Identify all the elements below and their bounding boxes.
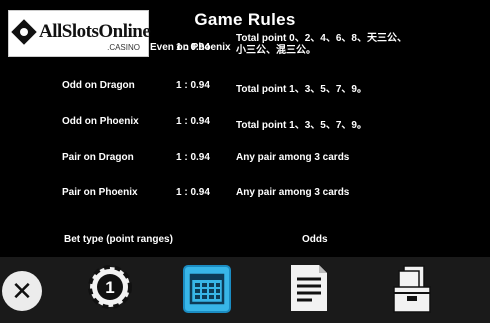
card-box-button[interactable] bbox=[390, 263, 434, 315]
rule-row: Odd on Phoenix 1 : 0.94 Total point 1、3、… bbox=[0, 116, 490, 136]
chip-label: 1 bbox=[105, 278, 114, 297]
chip-icon: 1 bbox=[88, 265, 132, 309]
rule-description: Total point 0、2、4、6、8、天三公、 小三公、混三公。 bbox=[236, 33, 407, 57]
rule-description: Any pair among 3 cards bbox=[236, 187, 350, 198]
rule-row: Odd on Dragon 1 : 0.94 Total point 1、3、5… bbox=[0, 80, 490, 100]
rule-odds: 1 : 0.94 bbox=[176, 80, 210, 91]
rule-type: Pair on Phoenix bbox=[62, 187, 138, 198]
close-icon: ✕ bbox=[11, 276, 33, 306]
rule-row: Pair on Phoenix 1 : 0.94 Any pair among … bbox=[0, 187, 490, 207]
site-logo: AllSlotsOnline .CASINO bbox=[8, 10, 151, 57]
bottom-toolbar: ✕ 1 bbox=[0, 257, 490, 323]
logo-brand: AllSlotsOnline bbox=[39, 21, 151, 42]
column-header-bet-type: Bet type (point ranges) bbox=[64, 234, 173, 245]
rule-description: Any pair among 3 cards bbox=[236, 152, 350, 163]
logo-diamond-icon bbox=[11, 19, 37, 45]
rules-grid-button[interactable] bbox=[183, 265, 231, 313]
rule-description-line: 小三公、混三公。 bbox=[236, 45, 316, 56]
rule-odds: 1 : 0.94 bbox=[176, 116, 210, 127]
rule-type: Odd on Dragon bbox=[62, 80, 135, 91]
document-icon bbox=[291, 265, 327, 311]
rule-type: Odd on Phoenix bbox=[62, 116, 139, 127]
calendar-grid-icon bbox=[189, 273, 225, 305]
rule-odds: 1 : 0.94 bbox=[176, 152, 210, 163]
chip-button[interactable]: 1 bbox=[88, 265, 132, 309]
rule-description-line: Total point 0、2、4、6、8、天三公、 bbox=[236, 33, 407, 44]
rule-description: Total point 1、3、5、7、9。 bbox=[236, 120, 367, 131]
rule-description: Total point 1、3、5、7、9。 bbox=[236, 84, 367, 95]
rule-type: Pair on Dragon bbox=[62, 152, 134, 163]
column-header-odds: Odds bbox=[302, 234, 328, 245]
document-button[interactable] bbox=[288, 262, 330, 314]
close-button[interactable]: ✕ bbox=[2, 271, 42, 311]
rule-odds: 1 : 0.94 bbox=[176, 187, 210, 198]
card-box-icon bbox=[393, 265, 431, 313]
rule-odds: 1 : 0.94 bbox=[176, 42, 210, 53]
rule-row: Pair on Dragon 1 : 0.94 Any pair among 3… bbox=[0, 152, 490, 172]
logo-sub: .CASINO bbox=[107, 43, 140, 52]
